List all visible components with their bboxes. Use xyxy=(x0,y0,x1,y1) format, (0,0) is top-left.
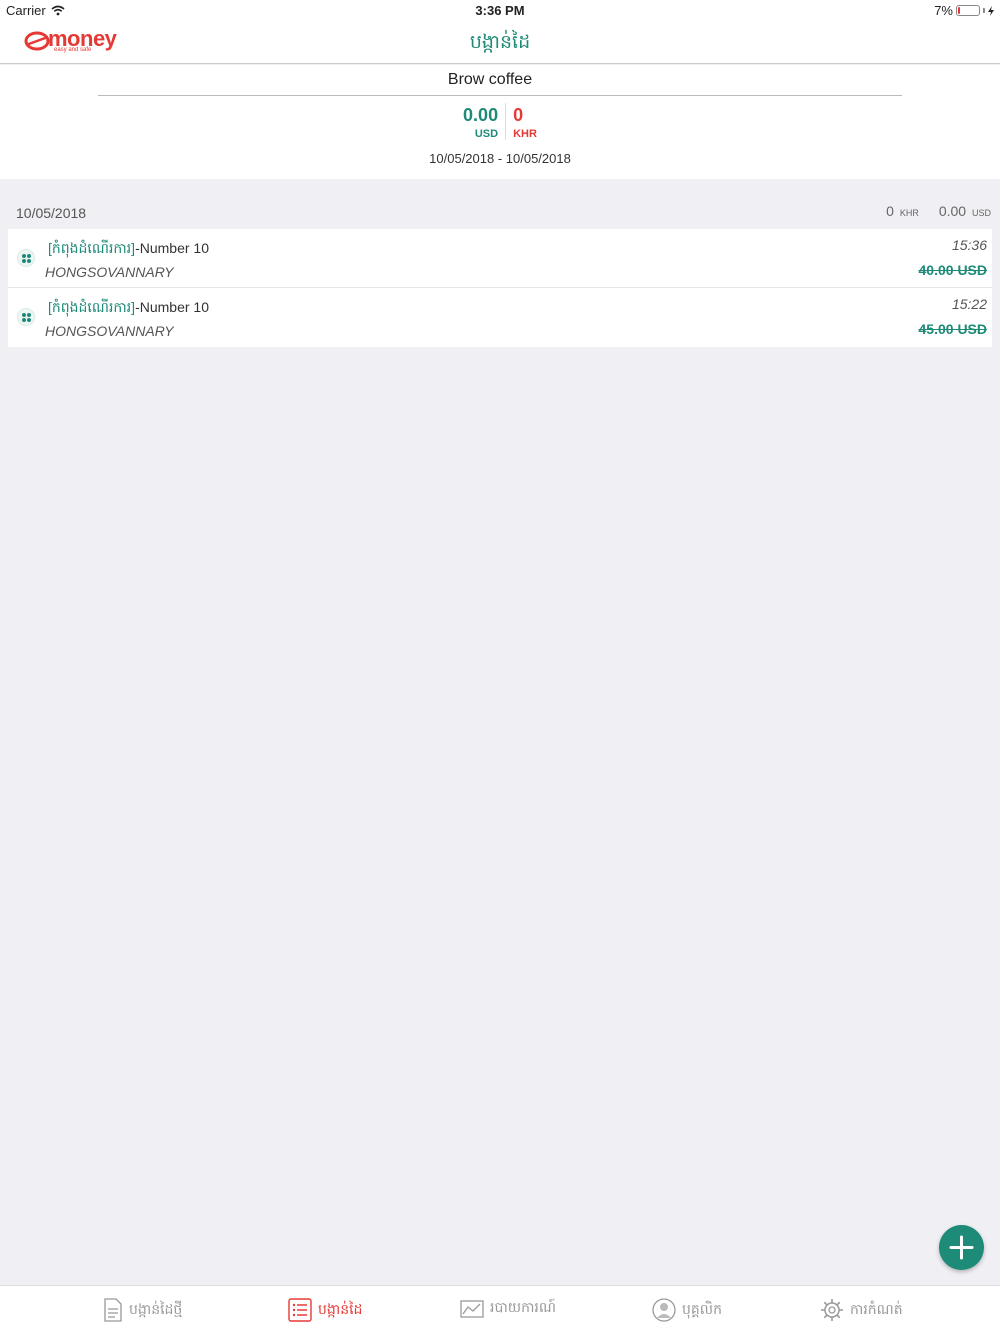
transaction-number: -Number 10 xyxy=(135,299,209,315)
transaction-title: [កំពុងដំណើរការ]-Number 10 xyxy=(48,239,209,260)
customer-name: HONGSOVANNARY xyxy=(45,323,174,339)
transaction-status: [កំពុងដំណើរការ] xyxy=(48,240,136,256)
tab-settings[interactable]: ការកំណត់ xyxy=(820,1298,903,1322)
group-khr-value: 0 xyxy=(886,203,894,219)
app-icon xyxy=(17,249,35,267)
tab-label: បង្កាន់ដៃថ្មី xyxy=(129,1300,183,1317)
status-bar: Carrier 3:36 PM 7% xyxy=(0,0,1000,22)
tab-receipts[interactable]: បង្កាន់ដៃ xyxy=(288,1298,362,1322)
group-usd-unit: USD xyxy=(971,208,991,218)
usd-total-label: USD xyxy=(474,128,499,140)
group-usd-value: 0.00 xyxy=(938,203,967,219)
list-item[interactable]: [កំពុងដំណើរការ]-Number 10 HONGSOVANNARY … xyxy=(8,229,992,288)
battery-icon xyxy=(956,5,980,16)
battery: 7% xyxy=(934,3,994,18)
user-icon xyxy=(652,1298,676,1322)
battery-percent: 7% xyxy=(934,3,953,18)
divider xyxy=(98,95,902,96)
summary-card: Brow coffee 0.00 USD 0 KHR 10/05/2018 - … xyxy=(0,65,1000,179)
transaction-amount: 45.00 USD xyxy=(918,321,987,337)
transaction-time: 15:22 xyxy=(951,296,987,312)
list-item[interactable]: [កំពុងដំណើរការ]-Number 10 HONGSOVANNARY … xyxy=(8,288,992,347)
date-range[interactable]: 10/05/2018 - 10/05/2018 xyxy=(0,151,1000,166)
gear-icon xyxy=(821,1299,843,1321)
list-icon xyxy=(288,1298,312,1322)
tab-label: បង្កាន់ដៃ xyxy=(318,1300,363,1317)
tab-bar: បង្កាន់ដៃថ្មី បង្កាន់ដៃ របាយការណ៍ បុគ្គល… xyxy=(0,1285,1000,1334)
transaction-list: [កំពុងដំណើរការ]-Number 10 HONGSOVANNARY … xyxy=(8,229,992,347)
group-header: 10/05/2018 0 KHR 0.00 USD xyxy=(16,198,991,226)
nav-bar: money easy and safe បង្កាន់ដៃ xyxy=(0,22,1000,64)
page-title: បង្កាន់ដៃ xyxy=(469,32,531,53)
usd-total: 0.00 USD xyxy=(456,103,507,140)
chart-icon xyxy=(460,1299,484,1318)
app-icon xyxy=(17,308,35,326)
shop-name: Brow coffee xyxy=(447,71,533,88)
plus-icon xyxy=(949,1235,974,1260)
document-icon xyxy=(104,1298,122,1322)
group-date: 10/05/2018 xyxy=(16,205,87,221)
clock: 3:36 PM xyxy=(475,3,525,18)
khr-total: 0 KHR xyxy=(506,103,544,140)
khr-total-value: 0 xyxy=(513,105,524,125)
khr-total-label: KHR xyxy=(513,128,537,140)
totals: 0.00 USD 0 KHR xyxy=(0,103,1000,140)
tab-staff[interactable]: បុគ្គលិក xyxy=(652,1298,722,1322)
tab-reports[interactable]: របាយការណ៍ xyxy=(460,1298,556,1319)
transaction-time: 15:36 xyxy=(951,237,987,253)
group-totals: 0 KHR 0.00 USD xyxy=(886,203,991,219)
battery-level xyxy=(958,7,960,14)
tab-label: បុគ្គលិក xyxy=(682,1300,722,1317)
tab-label: ការកំណត់ xyxy=(850,1300,903,1317)
tab-new-receipt[interactable]: បង្កាន់ដៃថ្មី xyxy=(103,1298,182,1322)
usd-total-value: 0.00 xyxy=(463,105,499,125)
customer-name: HONGSOVANNARY xyxy=(45,264,174,280)
group-khr-total: 0 KHR xyxy=(886,203,919,219)
transaction-amount: 40.00 USD xyxy=(918,262,987,278)
battery-tip xyxy=(983,8,985,13)
transaction-status: [កំពុងដំណើរការ] xyxy=(48,299,136,315)
charging-icon xyxy=(988,5,994,16)
add-button[interactable] xyxy=(939,1225,984,1270)
transaction-title: [កំពុងដំណើរការ]-Number 10 xyxy=(48,298,209,319)
group-usd-total: 0.00 USD xyxy=(939,203,991,219)
transaction-number: -Number 10 xyxy=(135,240,209,256)
group-khr-unit: KHR xyxy=(899,208,919,218)
tab-label: របាយការណ៍ xyxy=(490,1299,556,1315)
